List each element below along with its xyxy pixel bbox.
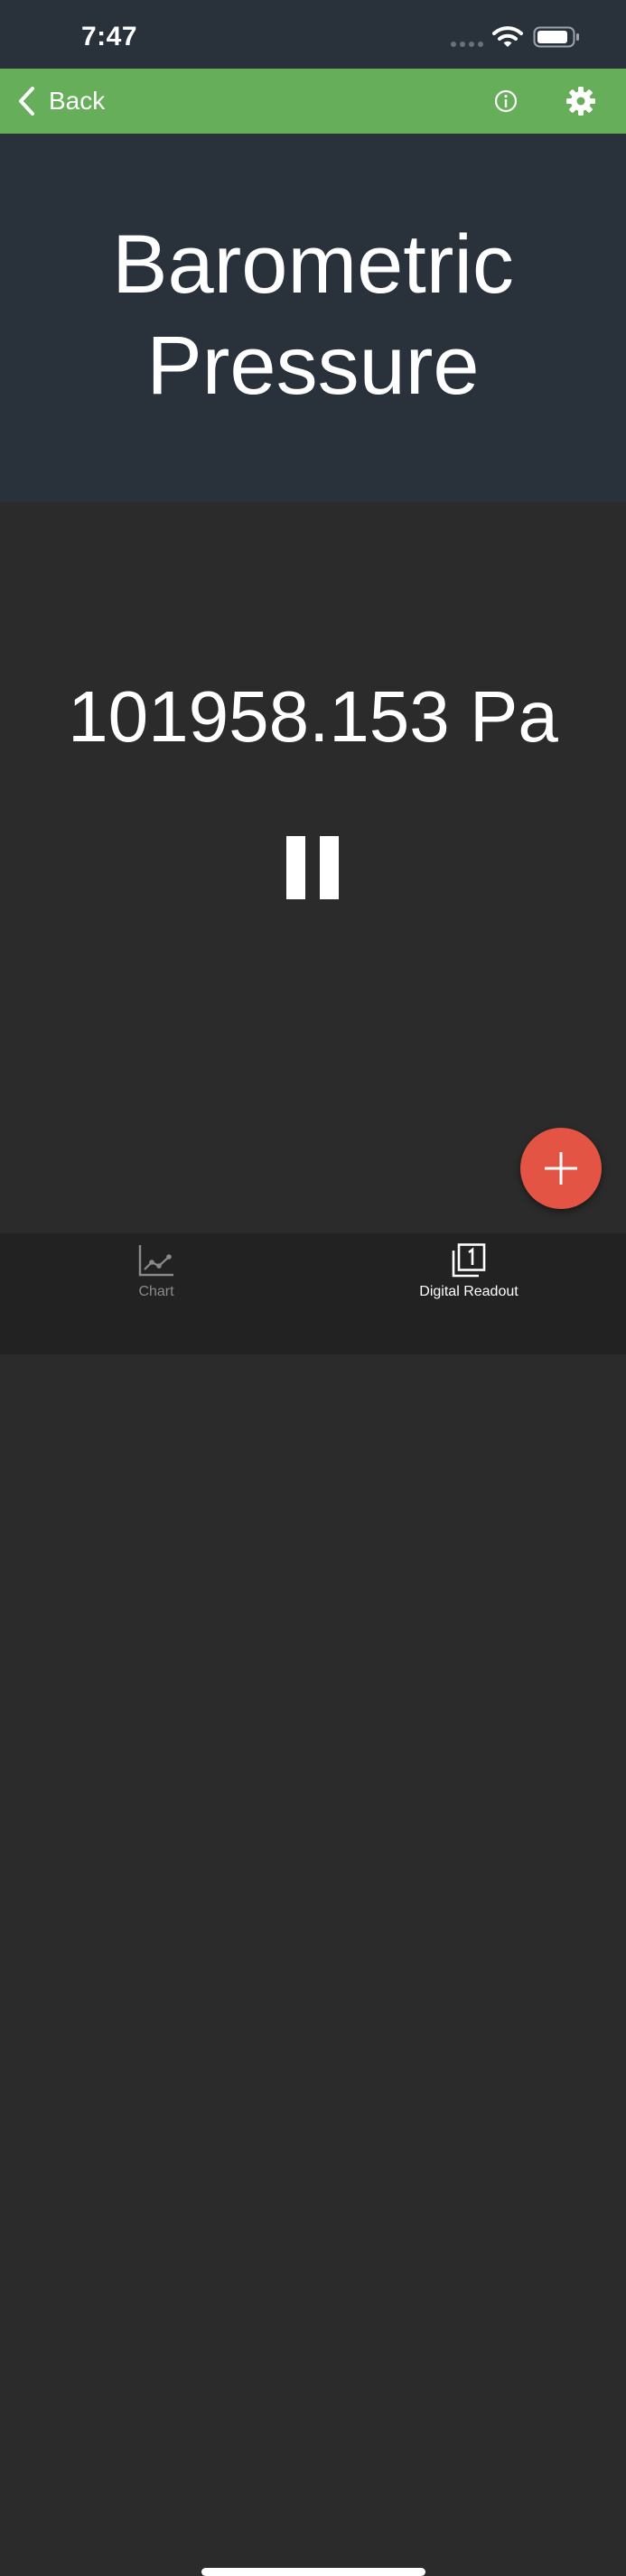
plus-icon [545,1152,577,1185]
home-indicator [201,2568,425,2576]
tab-digital-readout-label: Digital Readout [419,1284,519,1299]
cellular-signal-icon [451,42,483,47]
sensor-title: Barometric Pressure [112,219,514,412]
pause-icon [320,836,339,899]
readout-value: 101958.153 Pa [68,676,558,757]
sensor-title-panel: Barometric Pressure [0,134,626,502]
status-bar: 7:47 [0,0,626,69]
tab-digital-readout[interactable]: Digital Readout [360,1233,577,1315]
pause-icon [286,836,305,899]
tab-chart[interactable]: Chart [48,1233,265,1315]
back-button[interactable]: Back [16,69,134,134]
chevron-left-icon [19,87,34,116]
gear-icon[interactable] [565,86,596,116]
digital-readout-icon [452,1243,486,1278]
pause-button[interactable] [278,829,347,907]
tab-chart-label: Chart [138,1284,174,1299]
line-chart-icon [138,1245,173,1277]
nav-bar: Back [0,69,626,134]
tab-bar: Chart Digital Readout [0,1233,626,2576]
battery-icon [533,26,579,48]
readout-panel: 101958.153 Pa [0,502,626,1233]
status-time: 7:47 [81,22,138,51]
add-button[interactable] [520,1128,602,1209]
wifi-icon [492,26,523,47]
back-label: Back [49,87,106,115]
info-icon[interactable] [493,88,519,114]
